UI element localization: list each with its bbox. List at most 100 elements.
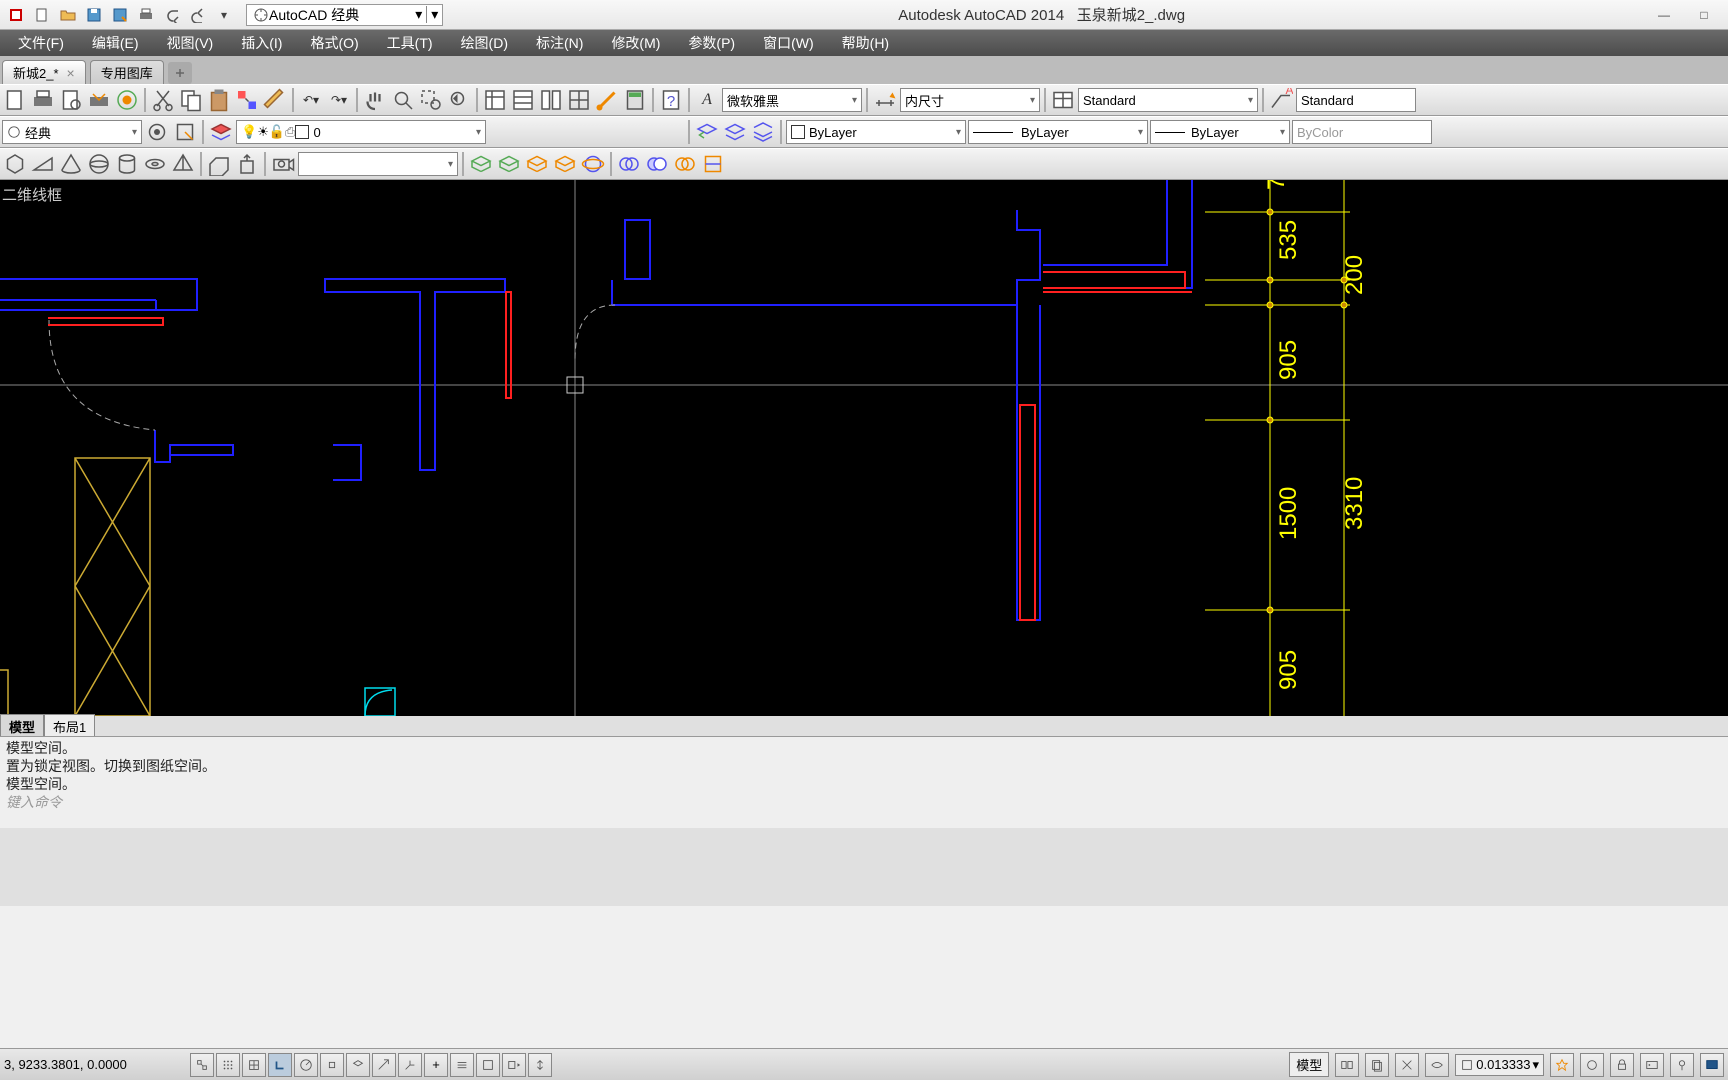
box-icon[interactable] (2, 151, 28, 177)
table-style-selector[interactable]: Standard▾ (1078, 88, 1258, 112)
sheet-set-icon[interactable] (510, 87, 536, 113)
doc-tab[interactable]: 专用图库 (90, 60, 164, 84)
view-selector[interactable]: ▾ (298, 152, 458, 176)
paste-icon[interactable] (206, 87, 232, 113)
linetype-selector[interactable]: ByLayer▾ (968, 120, 1148, 144)
subtract-icon[interactable] (644, 151, 670, 177)
viewport-scale[interactable]: 0.013333▾ (1455, 1054, 1544, 1076)
layer-selector[interactable]: 💡 ☀ 🔓 ⎙ 0 ▾ (236, 120, 486, 144)
menu-insert[interactable]: 插入(I) (227, 29, 296, 57)
menu-edit[interactable]: 编辑(E) (78, 29, 153, 57)
lineweight-selector[interactable]: ByLayer▾ (1150, 120, 1290, 144)
calculator-icon[interactable] (622, 87, 648, 113)
mleader-style-icon[interactable]: A (1268, 87, 1294, 113)
markup-icon[interactable] (594, 87, 620, 113)
layer-properties-icon[interactable] (208, 119, 234, 145)
tab-close-icon[interactable]: × (67, 65, 75, 81)
workspace-switcher[interactable]: AutoCAD 经典 ▾ ▾ (246, 4, 443, 26)
undo-icon[interactable]: ↶▾ (298, 87, 324, 113)
app-menu-icon[interactable] (6, 5, 26, 25)
polysolid-icon[interactable] (206, 151, 232, 177)
quickview-drawings-icon[interactable] (1365, 1053, 1389, 1077)
iso-sw-icon[interactable] (468, 151, 494, 177)
menu-parametric[interactable]: 参数(P) (674, 29, 749, 57)
cone-icon[interactable] (58, 151, 84, 177)
layer-previous-icon[interactable] (694, 119, 720, 145)
workspace-switch-icon[interactable] (1580, 1053, 1604, 1077)
pan-icon[interactable] (362, 87, 388, 113)
qp-icon[interactable] (502, 1053, 526, 1077)
doc-tab-active[interactable]: 新城2_* × (2, 60, 86, 84)
command-input[interactable]: 键入命令 (6, 793, 1722, 811)
help-icon[interactable]: ? (658, 87, 684, 113)
saveas-icon[interactable] (110, 5, 130, 25)
grid-icon[interactable] (242, 1053, 266, 1077)
annotation-visibility-icon[interactable] (1425, 1053, 1449, 1077)
dim-style-icon[interactable] (872, 87, 898, 113)
design-center-icon[interactable] (566, 87, 592, 113)
menu-dimension[interactable]: 标注(N) (522, 29, 597, 57)
undo-icon[interactable] (162, 5, 182, 25)
tool-palette-icon[interactable] (538, 87, 564, 113)
slice-icon[interactable] (700, 151, 726, 177)
iso-nw-icon[interactable] (552, 151, 578, 177)
cylinder-icon[interactable] (114, 151, 140, 177)
orbit-icon[interactable] (580, 151, 606, 177)
mleader-selector[interactable]: Standard (1296, 88, 1416, 112)
union-icon[interactable] (616, 151, 642, 177)
new-file-icon[interactable] (2, 87, 28, 113)
snap-icon[interactable] (216, 1053, 240, 1077)
brush-icon[interactable] (262, 87, 288, 113)
qat-dropdown-icon[interactable]: ▾ (214, 5, 234, 25)
quickview-layouts-icon[interactable] (1335, 1053, 1359, 1077)
redo-icon[interactable]: ↷▾ (326, 87, 352, 113)
new-icon[interactable] (32, 5, 52, 25)
menu-tools[interactable]: 工具(T) (373, 29, 447, 57)
font-selector[interactable]: 微软雅黑▾ (722, 88, 862, 112)
menu-file[interactable]: 文件(F) (4, 29, 78, 57)
isolate-objects-icon[interactable] (1670, 1053, 1694, 1077)
model-tab[interactable]: 模型 (0, 714, 44, 739)
minimize-icon[interactable]: — (1654, 5, 1674, 25)
dwf-icon[interactable] (114, 87, 140, 113)
wedge-icon[interactable] (30, 151, 56, 177)
cut-icon[interactable] (150, 87, 176, 113)
open-icon[interactable] (58, 5, 78, 25)
layout-tab[interactable]: 布局1 (44, 714, 95, 739)
infer-constraints-icon[interactable] (190, 1053, 214, 1077)
workspace-dd[interactable]: 经典▾ (2, 120, 142, 144)
menu-modify[interactable]: 修改(M) (597, 29, 674, 57)
menu-view[interactable]: 视图(V) (153, 29, 228, 57)
pyramid-icon[interactable] (170, 151, 196, 177)
annotation-auto-icon[interactable] (1550, 1053, 1574, 1077)
intersect-icon[interactable] (672, 151, 698, 177)
preview-icon[interactable] (58, 87, 84, 113)
toolbar-lock-icon[interactable] (1610, 1053, 1634, 1077)
zoom-prev-icon[interactable] (446, 87, 472, 113)
ortho-icon[interactable] (268, 1053, 292, 1077)
print-icon[interactable] (30, 87, 56, 113)
osnap-icon[interactable] (320, 1053, 344, 1077)
properties-icon[interactable] (482, 87, 508, 113)
table-style-icon[interactable] (1050, 87, 1076, 113)
workspace-settings-icon[interactable] (144, 119, 170, 145)
save-icon[interactable] (84, 5, 104, 25)
menu-help[interactable]: 帮助(H) (828, 29, 903, 57)
sphere-icon[interactable] (86, 151, 112, 177)
tpy-icon[interactable] (476, 1053, 500, 1077)
match-icon[interactable] (234, 87, 260, 113)
clean-screen-icon[interactable] (1700, 1053, 1724, 1077)
annotation-scale-icon[interactable] (1395, 1053, 1419, 1077)
camera-icon[interactable] (270, 151, 296, 177)
zoom-window-icon[interactable] (418, 87, 444, 113)
print-icon[interactable] (136, 5, 156, 25)
layer-state-icon[interactable] (722, 119, 748, 145)
redo-icon[interactable] (188, 5, 208, 25)
dyn-icon[interactable]: + (424, 1053, 448, 1077)
lwt-icon[interactable] (450, 1053, 474, 1077)
sc-icon[interactable] (528, 1053, 552, 1077)
copy-icon[interactable] (178, 87, 204, 113)
new-tab-icon[interactable] (168, 62, 192, 84)
extrude-icon[interactable] (234, 151, 260, 177)
ducs-icon[interactable] (398, 1053, 422, 1077)
